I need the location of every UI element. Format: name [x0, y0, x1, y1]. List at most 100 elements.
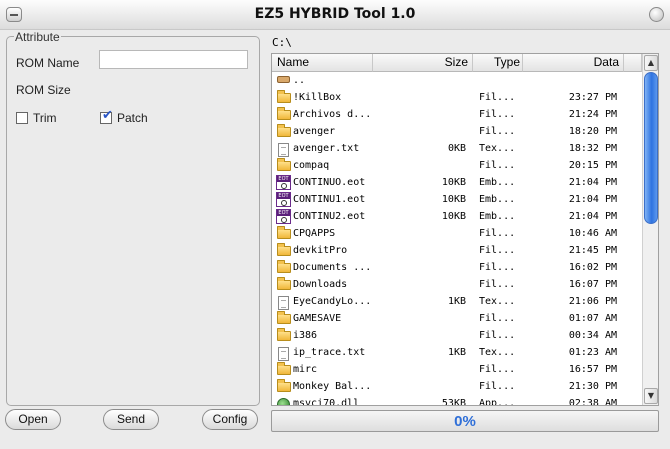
file-type: Tex... — [479, 347, 516, 358]
file-name: !KillBox — [293, 92, 342, 103]
folder-icon — [277, 90, 291, 103]
file-row[interactable]: Archivos d... Fil... 21:24 PM — [272, 106, 642, 123]
current-path: C:\ — [272, 36, 292, 49]
file-type: Emb... — [479, 177, 516, 188]
file-size: 0KB — [447, 143, 466, 154]
column-header-name[interactable]: Name — [272, 54, 373, 72]
folder-icon — [277, 243, 291, 256]
open-button[interactable]: Open — [5, 409, 61, 430]
file-date: 21:04 PM — [568, 194, 617, 205]
file-name: GAMESAVE — [293, 313, 342, 324]
patch-checkbox[interactable]: ✔ — [100, 108, 113, 124]
file-type: Fil... — [479, 245, 516, 256]
folder-icon — [277, 379, 291, 392]
trim-checkbox[interactable] — [16, 112, 28, 124]
window-title: EZ5 HYBRID Tool 1.0 — [254, 6, 416, 22]
file-date: 02:38 AM — [568, 398, 617, 406]
file-date: 20:15 PM — [568, 160, 617, 171]
up-icon — [277, 76, 290, 83]
file-name: avenger — [293, 126, 336, 137]
eot-icon — [276, 192, 291, 207]
file-rows: .. !KillBox Fil... 23:27 PM Archivos d... Fil… — [272, 72, 642, 406]
file-row[interactable]: compaq Fil... 20:15 PM — [272, 157, 642, 174]
file-row[interactable]: i386 Fil... 00:34 AM — [272, 327, 642, 344]
file-row[interactable]: EyeCandyLo... 1KB Tex... 21:06 PM — [272, 293, 642, 310]
checkmark-icon: ✔ — [102, 108, 113, 123]
file-row[interactable]: CPQAPPS Fil... 10:46 AM — [272, 225, 642, 242]
file-type: Fil... — [479, 126, 516, 137]
file-list[interactable]: Name Size Type Data .. !KillBox Fil... 23:2… — [271, 53, 659, 406]
file-date: 21:24 PM — [568, 109, 617, 120]
file-size: 10KB — [441, 177, 466, 188]
file-date: 00:34 AM — [568, 330, 617, 341]
column-header-filler — [624, 54, 642, 72]
file-name: compaq — [293, 160, 330, 171]
close-button[interactable] — [649, 7, 664, 22]
file-type: Fil... — [479, 313, 516, 324]
send-button[interactable]: Send — [103, 409, 159, 430]
file-row[interactable]: ip_trace.txt 1KB Tex... 01:23 AM — [272, 344, 642, 361]
column-header-date[interactable]: Data — [523, 54, 624, 72]
file-type: Fil... — [479, 381, 516, 392]
file-row[interactable]: !KillBox Fil... 23:27 PM — [272, 89, 642, 106]
txt-icon — [278, 296, 289, 310]
rom-name-input[interactable] — [99, 50, 248, 69]
file-type: Fil... — [479, 330, 516, 341]
file-type: Fil... — [479, 228, 516, 239]
config-button[interactable]: Config — [202, 409, 258, 430]
file-name: avenger.txt — [293, 143, 360, 154]
folder-icon — [277, 124, 291, 137]
file-row[interactable]: avenger Fil... 18:20 PM — [272, 123, 642, 140]
file-type: Fil... — [479, 92, 516, 103]
file-name: CONTINUO.eot — [293, 177, 366, 188]
file-size: 10KB — [441, 211, 466, 222]
file-date: 21:45 PM — [568, 245, 617, 256]
scroll-up-icon[interactable]: ▲ — [644, 55, 658, 71]
file-row[interactable]: CONTINU2.eot 10KB Emb... 21:04 PM — [272, 208, 642, 225]
column-header-date-label: Data — [593, 55, 619, 69]
file-type: Tex... — [479, 296, 516, 307]
folder-icon — [277, 226, 291, 239]
file-row[interactable]: .. — [272, 72, 642, 89]
file-date: 21:06 PM — [568, 296, 617, 307]
dll-icon — [277, 398, 290, 405]
txt-icon — [278, 347, 289, 361]
trim-label: Trim — [33, 111, 57, 125]
file-name: Archivos d... — [293, 109, 372, 120]
file-row[interactable]: msvci70.dll 53KB App... 02:38 AM — [272, 395, 642, 406]
attribute-legend: Attribute — [14, 30, 61, 44]
folder-icon — [277, 277, 291, 290]
scroll-thumb[interactable] — [644, 72, 658, 224]
eot-icon — [276, 209, 291, 224]
file-date: 10:46 AM — [568, 228, 617, 239]
file-row[interactable]: Downloads Fil... 16:07 PM — [272, 276, 642, 293]
file-date: 21:30 PM — [568, 381, 617, 392]
folder-icon — [277, 311, 291, 324]
file-row[interactable]: Monkey Bal... Fil... 21:30 PM — [272, 378, 642, 395]
file-date: 16:02 PM — [568, 262, 617, 273]
file-name: mirc — [293, 364, 318, 375]
file-name: msvci70.dll — [293, 398, 360, 406]
vertical-scrollbar[interactable]: ▲ ▼ — [642, 54, 658, 405]
file-row[interactable]: CONTINU1.eot 10KB Emb... 21:04 PM — [272, 191, 642, 208]
file-row[interactable]: GAMESAVE Fil... 01:07 AM — [272, 310, 642, 327]
column-header-size[interactable]: Size — [373, 54, 473, 72]
file-type: Fil... — [479, 109, 516, 120]
file-row[interactable]: Documents ... Fil... 16:02 PM — [272, 259, 642, 276]
file-type: App... — [479, 398, 516, 406]
scroll-down-icon[interactable]: ▼ — [644, 388, 658, 404]
folder-icon — [277, 362, 291, 375]
progress-bar: 0% — [271, 410, 659, 432]
file-row[interactable]: avenger.txt 0KB Tex... 18:32 PM — [272, 140, 642, 157]
column-header-type[interactable]: Type — [473, 54, 523, 72]
file-date: 18:20 PM — [568, 126, 617, 137]
file-row[interactable]: devkitPro Fil... 21:45 PM — [272, 242, 642, 259]
file-date: 16:57 PM — [568, 364, 617, 375]
file-date: 01:07 AM — [568, 313, 617, 324]
file-row[interactable]: mirc Fil... 16:57 PM — [272, 361, 642, 378]
file-name: CONTINU2.eot — [293, 211, 366, 222]
patch-label: Patch — [117, 111, 148, 125]
file-name: CONTINU1.eot — [293, 194, 366, 205]
file-type: Tex... — [479, 143, 516, 154]
file-row[interactable]: CONTINUO.eot 10KB Emb... 21:04 PM — [272, 174, 642, 191]
